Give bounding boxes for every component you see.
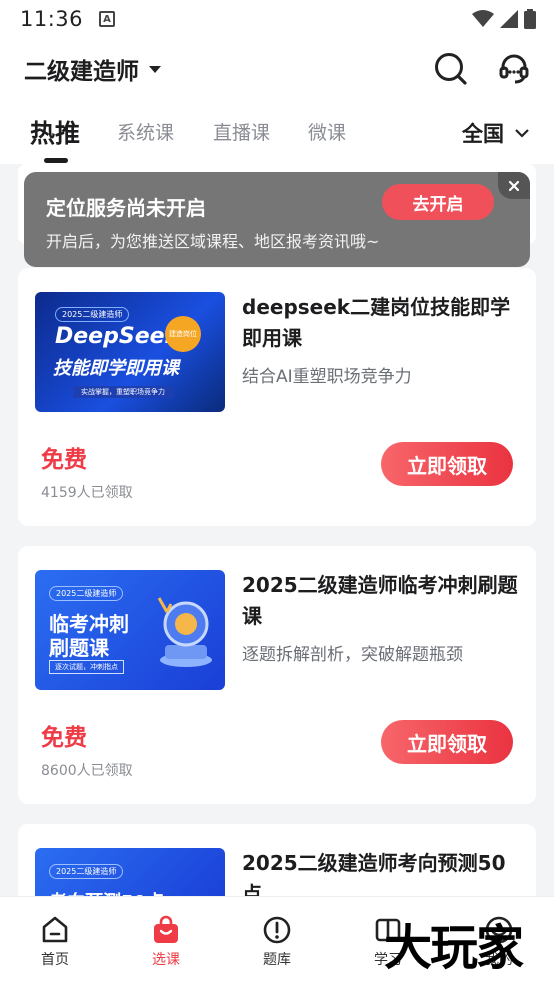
- caret-down-icon[interactable]: [149, 65, 161, 73]
- banner-close-button[interactable]: [498, 172, 530, 199]
- claim-button[interactable]: 立即领取: [381, 720, 513, 764]
- nav-label: 首页: [41, 952, 69, 968]
- course-price: 免费: [41, 725, 87, 751]
- course-thumbnail: 2025二级建造师 临考冲刺 刷题课 逐次试题，冲刺指点: [35, 570, 225, 690]
- notification-a-icon: A: [99, 11, 116, 27]
- home-icon: [42, 916, 68, 943]
- app-header: 二级建造师: [0, 38, 554, 100]
- close-icon: [508, 180, 520, 191]
- status-indicators: [472, 9, 536, 29]
- course-title[interactable]: 2025二级建造师考向预测50点: [242, 848, 522, 896]
- course-thumbnail: 2025二级建造师 考向预测50点: [35, 848, 225, 896]
- location-banner: 定位服务尚未开启 开启后，为您推送区域课程、地区报考资讯哦~ 去开启: [24, 172, 530, 267]
- category-tabs: 热推 系统课 直播课 微课 全国: [0, 100, 554, 164]
- shopping-bag-icon: [154, 915, 178, 943]
- thumb-headline: DeepSeek: [55, 324, 180, 349]
- thumb-subline: 技能即学即用课: [53, 358, 179, 379]
- course-card[interactable]: 2025二级建造师 临考冲刺 刷题课 逐次试题，冲刺指点 2025二级建造师临考…: [18, 546, 536, 804]
- status-bar: 11:36 A: [0, 0, 554, 38]
- enrolled-count: 4159人已领取: [41, 485, 133, 501]
- nav-home[interactable]: 首页: [15, 915, 95, 969]
- tab-micro-course[interactable]: 微课: [308, 118, 346, 145]
- region-selector[interactable]: 全国: [462, 118, 530, 148]
- customer-service-icon[interactable]: [498, 53, 530, 85]
- thumb-badge: 建造岗位: [165, 316, 201, 352]
- enable-location-button[interactable]: 去开启: [382, 184, 494, 220]
- course-price: 免费: [41, 447, 87, 473]
- thumb-headline: 考向预测50点: [49, 888, 164, 896]
- nav-label: 选课: [152, 952, 180, 968]
- region-label: 全国: [462, 122, 504, 146]
- watermark-text: 大玩家: [384, 920, 524, 976]
- thumb-tag: 2025二级建造师: [49, 586, 124, 601]
- search-icon[interactable]: [434, 52, 468, 86]
- course-card[interactable]: 2025二级建造师 考向预测50点 2025二级建造师考向预测50点: [18, 824, 536, 896]
- nav-label: 题库: [263, 952, 291, 968]
- nav-question-bank[interactable]: 题库: [237, 915, 317, 969]
- banner-subtitle: 开启后，为您推送区域课程、地区报考资讯哦~: [46, 232, 380, 251]
- question-bank-icon: [263, 916, 291, 944]
- active-tab-indicator: [44, 158, 68, 163]
- signal-icon: [500, 10, 518, 28]
- thumb-tag: 2025二级建造师: [55, 307, 130, 322]
- tab-live-course[interactable]: 直播课: [213, 118, 270, 145]
- tab-system-course[interactable]: 系统课: [117, 118, 174, 145]
- claim-button[interactable]: 立即领取: [381, 442, 513, 486]
- course-card[interactable]: 2025二级建造师 DeepSeek 建造岗位 技能即学即用课 实战掌握，重塑职…: [18, 268, 536, 526]
- trophy-illustration-icon: [157, 597, 212, 667]
- course-title[interactable]: 2025二级建造师临考冲刺刷题课: [242, 570, 522, 632]
- course-thumbnail: 2025二级建造师 DeepSeek 建造岗位 技能即学即用课 实战掌握，重塑职…: [35, 292, 225, 412]
- status-time: 11:36: [20, 7, 84, 31]
- nav-course-select[interactable]: 选课: [126, 915, 206, 969]
- thumb-subline: 刷题课: [49, 636, 109, 660]
- thumb-tag: 2025二级建造师: [49, 864, 124, 879]
- course-subtitle: 结合AI重塑职场竞争力: [242, 367, 412, 387]
- exam-selector-title[interactable]: 二级建造师: [24, 52, 139, 86]
- enrolled-count: 8600人已领取: [41, 763, 133, 779]
- course-subtitle: 逐题拆解剖析，突破解题瓶颈: [242, 645, 463, 665]
- chevron-down-icon: [515, 129, 529, 138]
- course-title[interactable]: deepseek二建岗位技能即学即用课: [242, 292, 522, 354]
- banner-title: 定位服务尚未开启: [46, 196, 206, 220]
- wifi-icon: [472, 10, 494, 27]
- thumb-bottom-text: 实战掌握，重塑职场竞争力: [73, 386, 173, 398]
- tab-hot[interactable]: 热推: [30, 114, 80, 150]
- battery-icon: [524, 9, 536, 29]
- thumb-bottom-text: 逐次试题，冲刺指点: [49, 660, 124, 674]
